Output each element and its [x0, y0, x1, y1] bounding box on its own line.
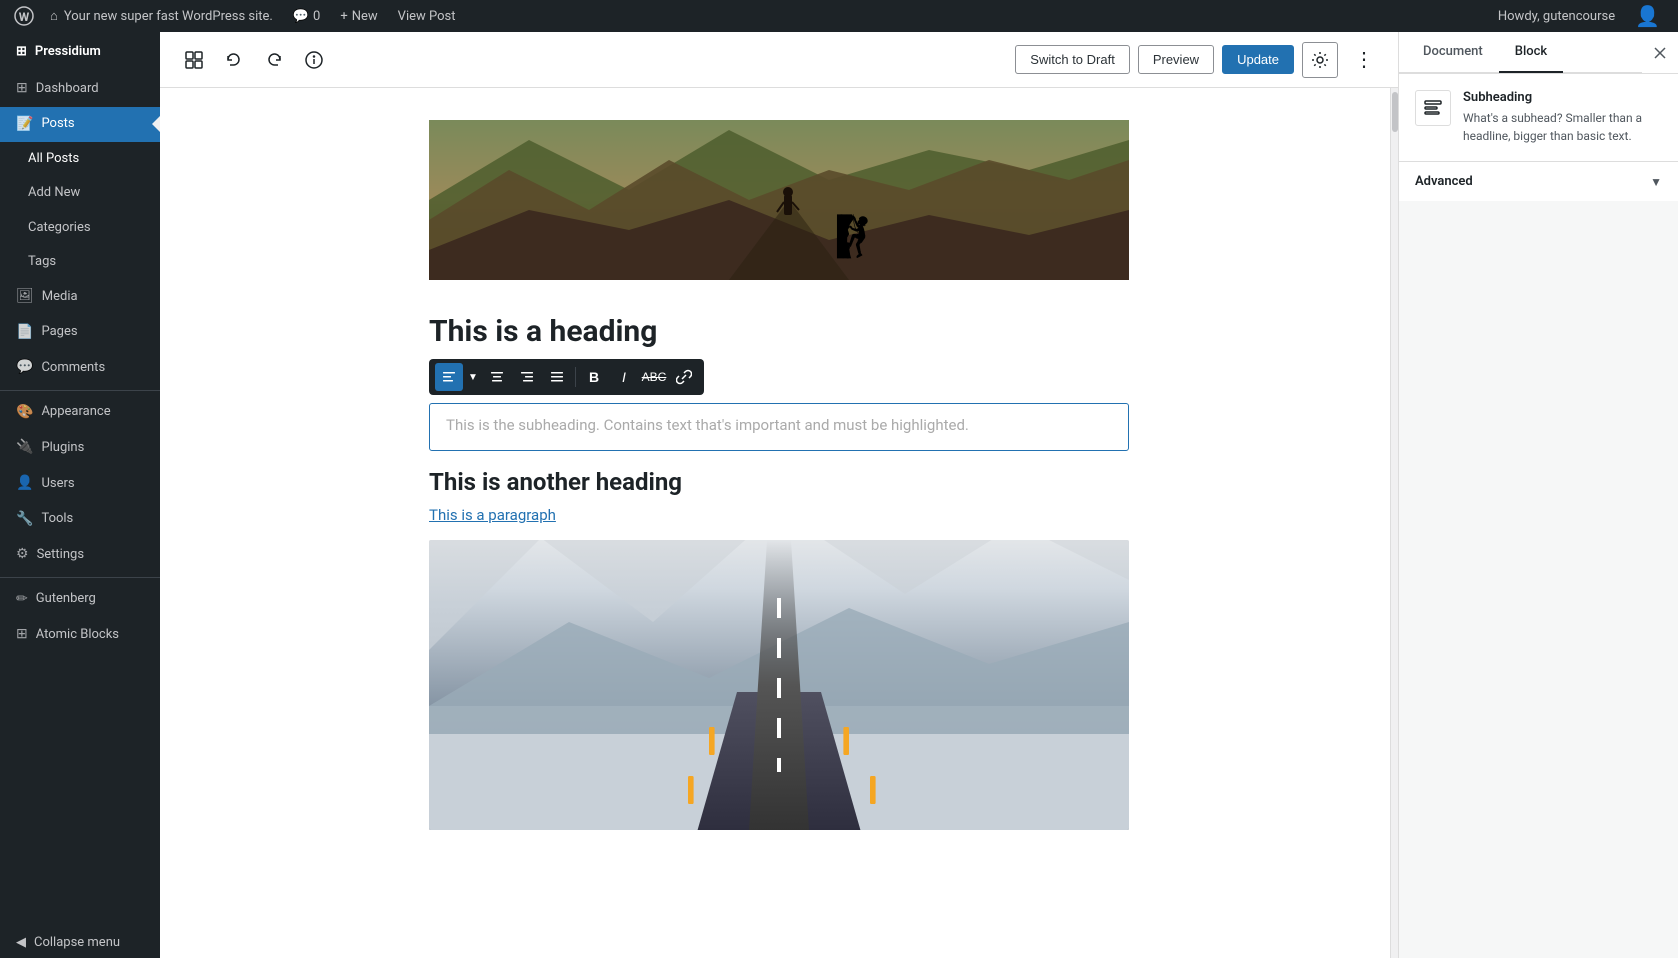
sidebar-item-appearance[interactable]: 🎨 Appearance [0, 395, 160, 431]
sidebar-item-add-new[interactable]: Add New [0, 176, 160, 210]
appearance-icon: 🎨 [16, 403, 33, 423]
users-icon: 👤 [16, 474, 33, 494]
more-options-button[interactable]: ⋮ [1346, 42, 1382, 78]
format-toolbar: ▼ [429, 359, 704, 395]
right-panel: Document Block Subheading W [1398, 32, 1678, 958]
align-center-button[interactable] [483, 363, 511, 391]
block-type-icon [1415, 90, 1451, 126]
block-description: What's a subhead? Smaller than a headlin… [1463, 109, 1662, 145]
collapse-menu[interactable]: ◀ Collapse menu [0, 927, 160, 958]
block-name: Subheading [1463, 90, 1662, 105]
block-details: Subheading What's a subhead? Smaller tha… [1463, 90, 1662, 145]
site-name[interactable]: ⌂ Your new super fast WordPress site. [40, 0, 283, 32]
gutenberg-icon: ✏ [16, 590, 28, 610]
editor-content: This is a heading ▼ [160, 88, 1398, 958]
sidebar-item-settings[interactable]: ⚙ Settings [0, 537, 160, 573]
sidebar-item-dashboard[interactable]: ⊞ Dashboard [0, 71, 160, 107]
add-block-button[interactable] [176, 42, 212, 78]
heading-block-1[interactable]: This is a heading [429, 304, 1129, 359]
main-layout: ⊞ Pressidium ⊞ Dashboard 📝 Posts All Pos… [0, 32, 1678, 958]
settings-icon: ⚙ [16, 545, 29, 565]
collapse-icon: ◀ [16, 935, 26, 950]
hero-image-block [429, 120, 1129, 280]
align-dropdown-button[interactable]: ▼ [465, 363, 481, 391]
toolbar-left [176, 42, 332, 78]
panel-content-area [1399, 201, 1678, 958]
advanced-chevron-icon: ▼ [1650, 175, 1662, 189]
comments-icon: 💬 [16, 358, 33, 378]
wp-logo[interactable]: W [8, 0, 40, 32]
editor-toolbar: Switch to Draft Preview Update ⋮ [160, 32, 1398, 88]
road-image-block [429, 540, 1129, 830]
redo-button[interactable] [256, 42, 292, 78]
user-avatar[interactable]: 👤 [1625, 0, 1670, 32]
format-divider-1 [575, 367, 576, 387]
hero-image-inner [429, 120, 1129, 280]
admin-bar: W ⌂ Your new super fast WordPress site. … [0, 0, 1678, 32]
admin-bar-right: Howdy, gutencourse 👤 [1488, 0, 1670, 32]
strikethrough-button[interactable]: ABC [640, 363, 668, 391]
settings-button[interactable] [1302, 42, 1338, 78]
advanced-section: Advanced ▼ [1399, 161, 1678, 201]
brand-icon: ⊞ [16, 44, 27, 59]
sidebar-item-users[interactable]: 👤 Users [0, 466, 160, 502]
sidebar-item-pages[interactable]: 📄 Pages [0, 315, 160, 351]
panel-tabs: Document Block [1399, 32, 1642, 73]
media-icon: 🖼 [16, 287, 34, 307]
plugins-icon: 🔌 [16, 438, 33, 458]
editor-inner: This is a heading ▼ [429, 120, 1129, 926]
tab-block[interactable]: Block [1499, 32, 1563, 73]
new-menu[interactable]: + New [330, 0, 387, 32]
panel-tabs-row: Document Block [1399, 32, 1678, 74]
atomic-blocks-icon: ⊞ [16, 625, 28, 645]
advanced-section-header[interactable]: Advanced ▼ [1399, 162, 1678, 201]
align-justify-button[interactable] [543, 363, 571, 391]
sidebar-item-tools[interactable]: 🔧 Tools [0, 502, 160, 538]
posts-submenu: All Posts Add New Categories Tags [0, 142, 160, 279]
subheading-block[interactable]: This is the subheading. Contains text th… [429, 403, 1129, 451]
bold-button[interactable]: B [580, 363, 608, 391]
paragraph-block[interactable]: This is a paragraph [429, 506, 1129, 524]
update-button[interactable]: Update [1222, 45, 1294, 74]
sidebar-item-media[interactable]: 🖼 Media [0, 279, 160, 315]
posts-icon: 📝 [16, 115, 33, 135]
switch-draft-button[interactable]: Switch to Draft [1015, 45, 1130, 74]
align-left-button[interactable] [435, 363, 463, 391]
close-panel-button[interactable] [1642, 35, 1678, 71]
sidebar-item-plugins[interactable]: 🔌 Plugins [0, 430, 160, 466]
block-info: Subheading What's a subhead? Smaller tha… [1399, 74, 1678, 161]
sidebar-item-categories[interactable]: Categories [0, 211, 160, 245]
sidebar-item-comments[interactable]: 💬 Comments [0, 350, 160, 386]
tools-icon: 🔧 [16, 510, 33, 530]
howdy-text: Howdy, gutencourse [1488, 9, 1625, 24]
toolbar-right: Switch to Draft Preview Update ⋮ [1015, 42, 1382, 78]
undo-button[interactable] [216, 42, 252, 78]
advanced-section-title: Advanced [1415, 174, 1473, 189]
dashboard-icon: ⊞ [16, 79, 28, 99]
view-post-link[interactable]: View Post [388, 0, 466, 32]
align-right-button[interactable] [513, 363, 541, 391]
sidebar: ⊞ Pressidium ⊞ Dashboard 📝 Posts All Pos… [0, 32, 160, 958]
comments-link[interactable]: 💬 0 [283, 0, 331, 32]
sidebar-brand[interactable]: ⊞ Pressidium [0, 32, 160, 71]
preview-button[interactable]: Preview [1138, 45, 1214, 74]
sidebar-item-posts[interactable]: 📝 Posts [0, 107, 160, 143]
sidebar-item-atomic-blocks[interactable]: ⊞ Atomic Blocks [0, 617, 160, 653]
link-button[interactable] [670, 363, 698, 391]
editor-area: Switch to Draft Preview Update ⋮ [160, 32, 1398, 958]
sidebar-item-gutenberg[interactable]: ✏ Gutenberg [0, 582, 160, 618]
sidebar-item-all-posts[interactable]: All Posts [0, 142, 160, 176]
italic-button[interactable]: I [610, 363, 638, 391]
tab-document[interactable]: Document [1407, 32, 1499, 73]
heading-block-2[interactable]: This is another heading [429, 467, 1129, 498]
pages-icon: 📄 [16, 323, 33, 343]
svg-text:W: W [19, 10, 30, 24]
info-button[interactable] [296, 42, 332, 78]
sidebar-item-tags[interactable]: Tags [0, 245, 160, 279]
